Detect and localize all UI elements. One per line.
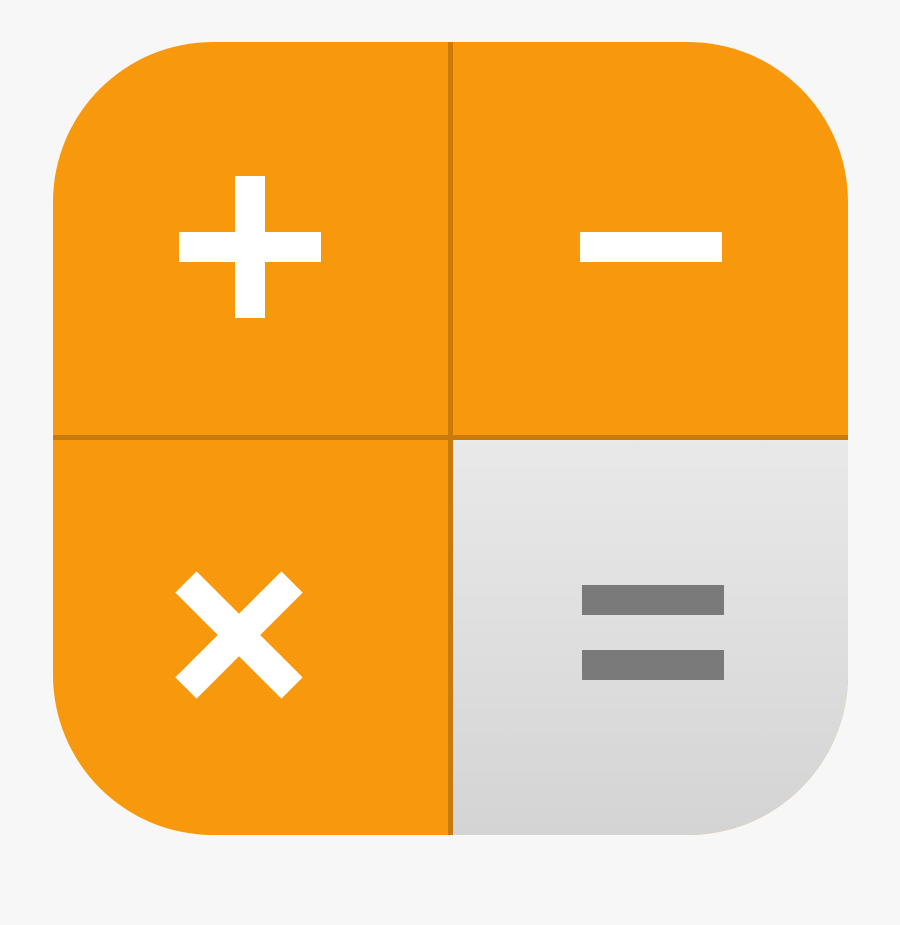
horizontal-divider	[53, 435, 848, 440]
minus-icon	[580, 232, 722, 262]
multiply-tile	[53, 437, 450, 835]
equals-icon-top-bar	[582, 585, 724, 615]
calculator-app-icon[interactable]	[53, 42, 848, 835]
plus-icon-vertical-bar	[235, 176, 265, 318]
canvas	[0, 0, 900, 925]
minus-tile	[450, 42, 848, 437]
equals-icon-bottom-bar	[582, 650, 724, 680]
equals-tile	[450, 437, 848, 835]
plus-tile	[53, 42, 450, 437]
